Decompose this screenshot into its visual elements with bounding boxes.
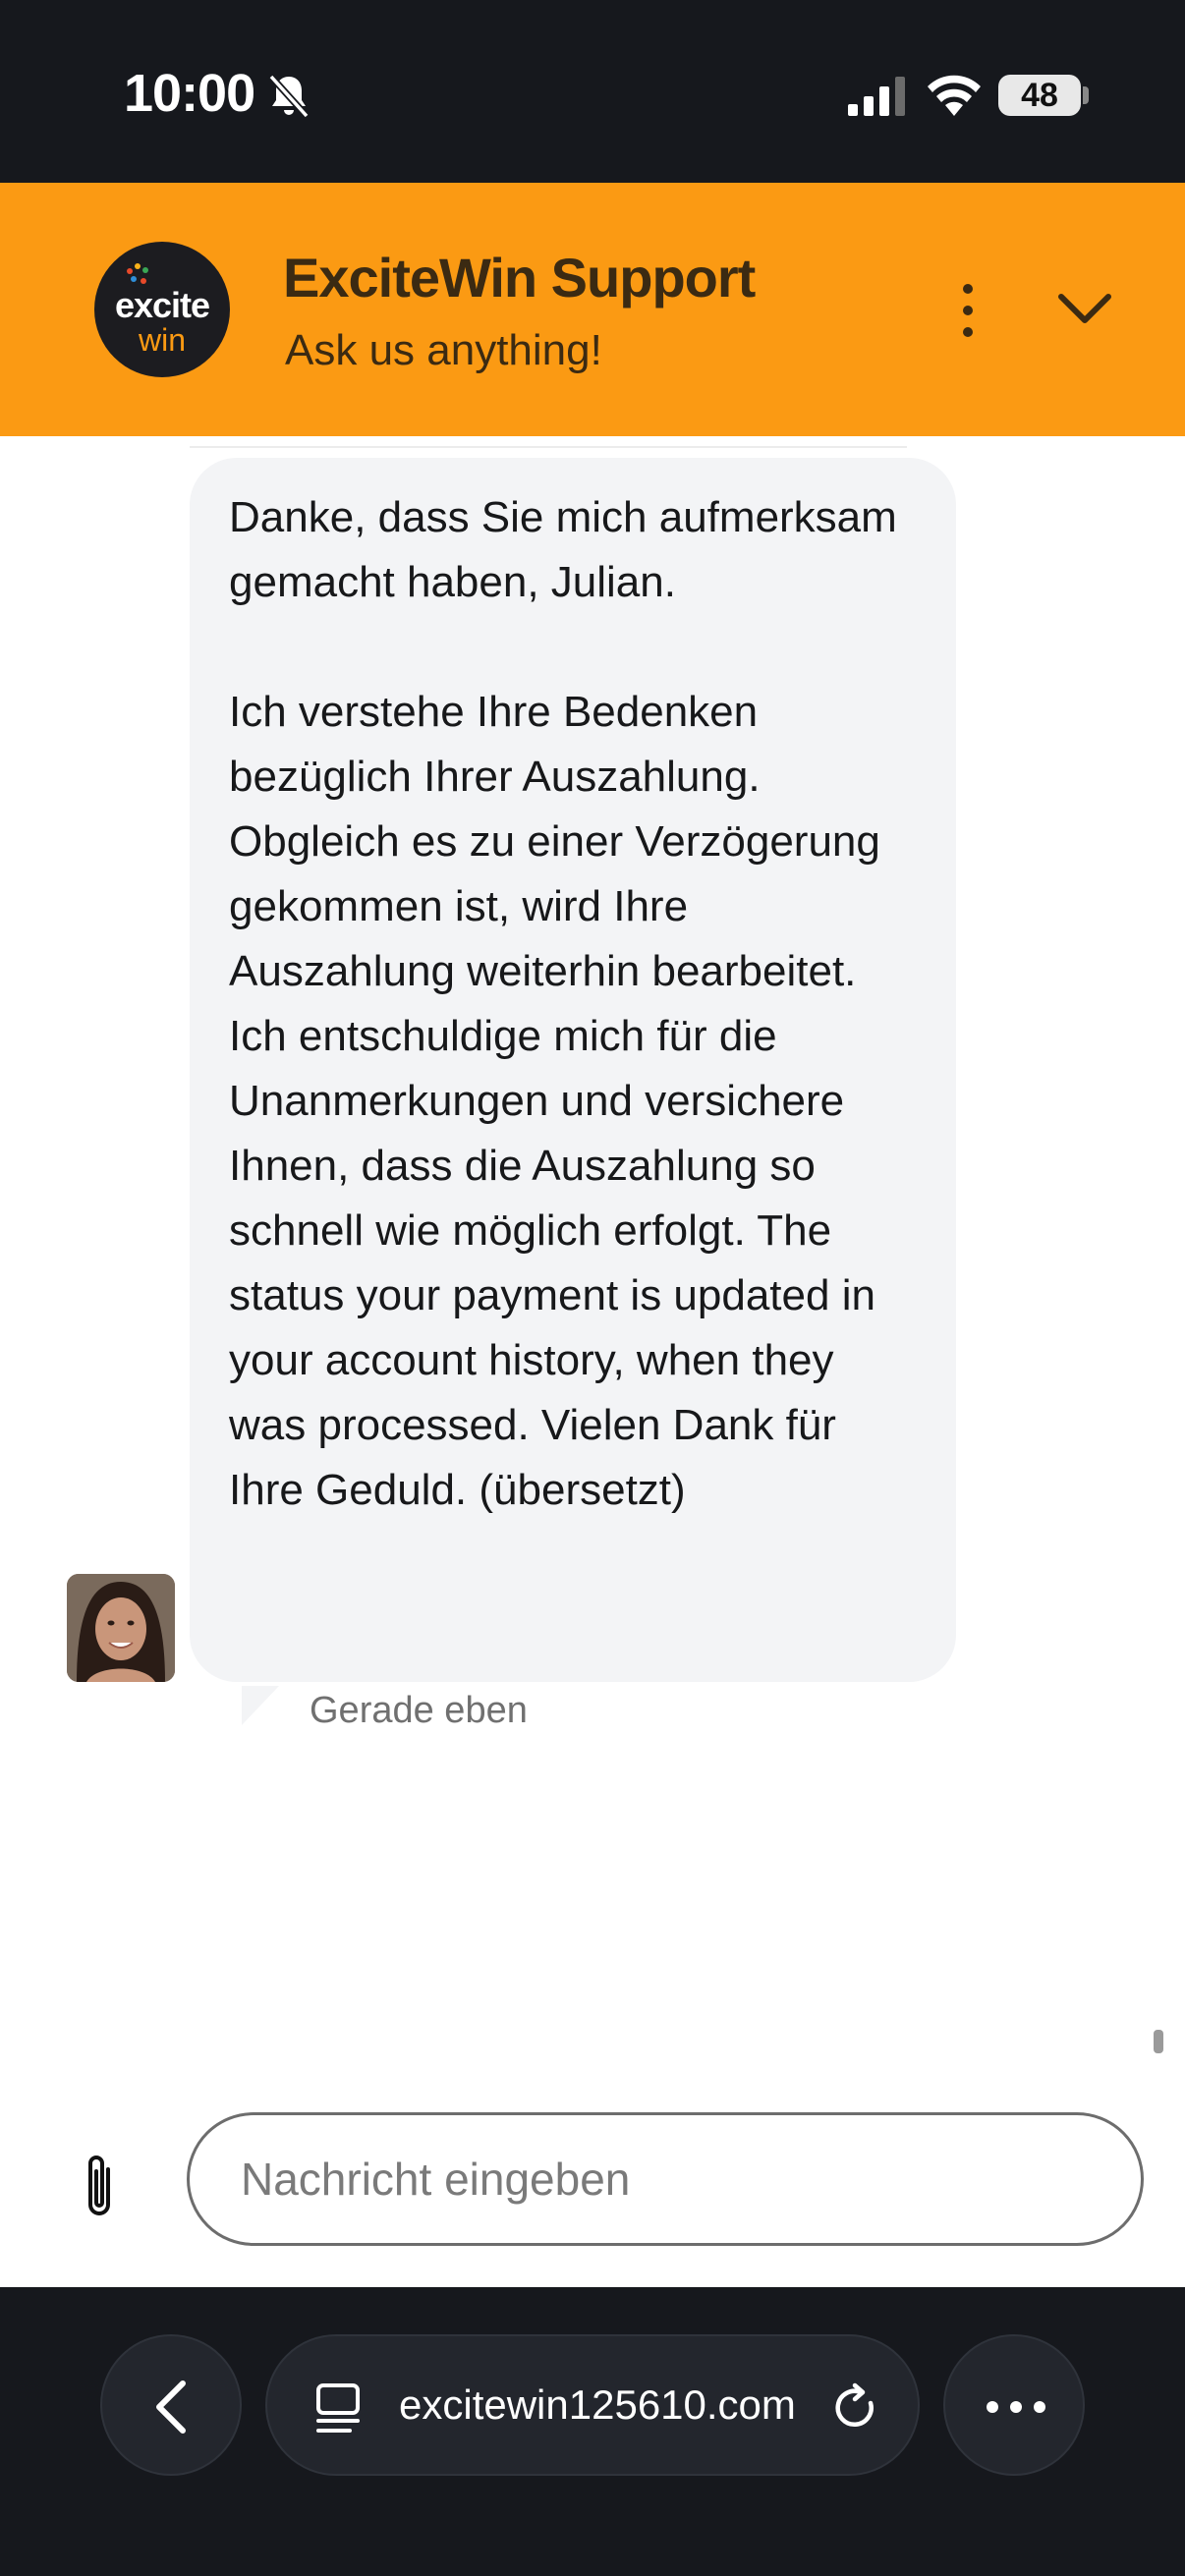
more-vertical-icon[interactable] [953, 281, 983, 340]
more-button[interactable] [943, 2334, 1085, 2476]
divider [190, 446, 907, 448]
battery-cap [1083, 86, 1089, 104]
message-timestamp: Gerade eben [310, 1690, 528, 1731]
battery-icon: 48 [998, 75, 1081, 116]
chevron-down-icon[interactable] [1055, 289, 1114, 328]
message-paragraph: Danke, dass Sie mich aufmerksam gemacht … [229, 493, 897, 606]
logo-text: excite [114, 285, 210, 325]
url-text: excitewin125610.com [399, 2381, 796, 2428]
chevron-left-icon [156, 2380, 186, 2434]
message-input[interactable] [187, 2112, 1144, 2246]
wifi-icon [928, 75, 981, 116]
agent-avatar [67, 1574, 175, 1682]
chat-header: excite win ExciteWin Support Ask us anyt… [0, 183, 1185, 436]
browser-toolbar: excitewin125610.com [0, 2287, 1185, 2576]
message-paragraph: Ich verstehe Ihre Bedenken bezüglich Ihr… [229, 688, 880, 1514]
cellular-signal-icon [848, 77, 905, 116]
reload-icon[interactable] [829, 2381, 882, 2435]
bubble-tail [242, 1686, 279, 1725]
logo-text-win: win [138, 322, 186, 358]
bell-slash-icon [268, 74, 310, 119]
composer [0, 2075, 1185, 2287]
chat-messages[interactable]: Danke, dass Sie mich aufmerksam gemacht … [0, 436, 1185, 2287]
more-horizontal-icon [987, 2401, 1045, 2413]
status-time: 10:00 [124, 64, 255, 123]
status-bar: 10:00 48 [0, 0, 1185, 183]
header-title: ExciteWin Support [283, 247, 756, 308]
page-menu-icon[interactable] [312, 2380, 364, 2435]
scrollbar[interactable] [1154, 2030, 1163, 2053]
address-bar[interactable]: excitewin125610.com [265, 2334, 920, 2476]
header-subtitle: Ask us anything! [285, 326, 602, 374]
paperclip-icon[interactable] [75, 2150, 124, 2222]
agent-message-bubble: Danke, dass Sie mich aufmerksam gemacht … [190, 458, 956, 1682]
back-button[interactable] [100, 2334, 242, 2476]
excitewin-logo: excite win [94, 242, 230, 377]
